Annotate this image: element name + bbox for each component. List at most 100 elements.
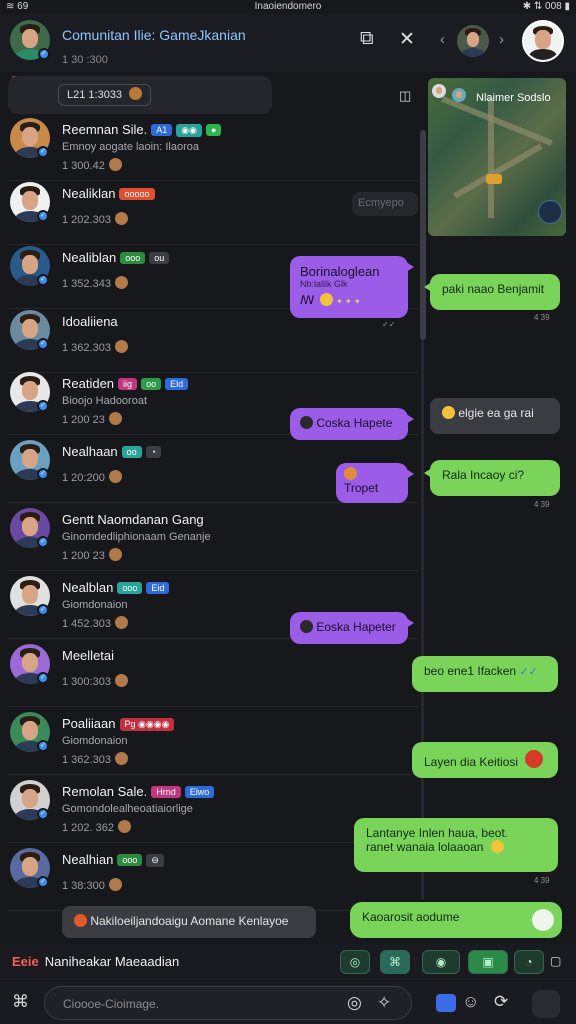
- send-button[interactable]: [532, 990, 560, 1018]
- split-view-icon[interactable]: ⧉: [360, 28, 374, 50]
- divider: [8, 180, 418, 181]
- list-item[interactable]: ✓ Poaliiaan Pg ◉◉◉◉ Giomdonaion 1 362.303: [0, 712, 420, 776]
- message-text: Coska Hapete: [316, 416, 393, 430]
- voice-button[interactable]: ◉: [422, 950, 460, 974]
- window-icon[interactable]: ▢: [550, 954, 561, 968]
- action-bar-title: Eeie Naniheakar Maeaadian: [12, 954, 180, 969]
- reaction-icon: [114, 752, 128, 765]
- message-preview: Gomondolealheoatiaiorlige: [62, 803, 193, 815]
- read-receipt-icon: 4 39: [534, 876, 550, 885]
- scrollbar-track: [421, 340, 424, 900]
- list-item[interactable]: ✓ Meelletai 1 300:303: [0, 644, 420, 708]
- reaction-icon[interactable]: [532, 909, 554, 931]
- list-item[interactable]: ✓ Gentt Naomdanan Gang Ginomdedliphionaam …: [0, 508, 420, 572]
- sticker-button[interactable]: ◎: [340, 950, 370, 974]
- contact-name: Gentt Naomdanan Gang: [62, 512, 204, 527]
- read-receipt-icon: 4 39: [534, 500, 550, 509]
- message-bubble[interactable]: Eoska Hapeter: [290, 612, 414, 644]
- verified-icon: ✓: [37, 672, 49, 684]
- emoji-button[interactable]: ◔: [514, 950, 544, 974]
- timestamp: 1 362.303: [62, 340, 128, 354]
- chat-bubble-button[interactable]: ▣: [468, 950, 508, 974]
- message-bubble[interactable]: Ecmyepo: [352, 192, 418, 216]
- profile-avatar[interactable]: [522, 20, 564, 62]
- message-bubble[interactable]: Coska Hapete: [290, 408, 414, 440]
- message-text: Borinaloglean: [300, 264, 380, 279]
- contact-name: Reatiden iig oo Eld: [62, 376, 189, 391]
- discord-icon[interactable]: [436, 994, 456, 1012]
- read-receipt-icon: ✓✓: [382, 320, 396, 329]
- badge: ⊖: [146, 854, 164, 867]
- status-bar: ≋ 69 Inaoiendomero ✱ ⇅ 008 ▮: [0, 0, 576, 14]
- close-icon[interactable]: ✕: [399, 28, 415, 51]
- contact-name: Nealiblan ooo ou: [62, 250, 170, 265]
- badge: ou: [149, 252, 170, 264]
- message-bubble[interactable]: beo ene1 Ifacken ✓✓: [412, 656, 558, 692]
- timestamp: 1 362.303: [62, 752, 128, 766]
- reaction-icon: [108, 158, 122, 171]
- message-bubble[interactable]: Tropet: [336, 463, 414, 503]
- minimap-button[interactable]: [538, 200, 562, 224]
- verified-icon: ✓: [38, 48, 50, 60]
- badge: Eid: [146, 582, 170, 594]
- verified-icon: ✓: [37, 808, 49, 820]
- message-bubble[interactable]: Nakiloeiljandoaigu Aomane Kenlayoe: [62, 906, 316, 938]
- scrollbar[interactable]: [420, 130, 426, 340]
- contact-name: Poaliiaan Pg ◉◉◉◉: [62, 716, 175, 731]
- status-center: Inaoiendomero: [254, 1, 322, 12]
- list-item[interactable]: ✓ Idoaliiena 1 362.303: [0, 310, 420, 374]
- list-item[interactable]: ✓ Reemnan Sile. A1 ◉◉ ● Emnoy aogate laoin: I…: [0, 118, 420, 182]
- verified-icon: ✓: [37, 876, 49, 888]
- badge: Pg ◉◉◉◉: [119, 718, 175, 731]
- badge: oo: [141, 378, 162, 390]
- message-text: Eoska Hapeter: [316, 620, 396, 634]
- message-text: beo ene1 Ifacken: [424, 664, 517, 678]
- reaction-icon: [114, 340, 128, 353]
- game-controller-button[interactable]: ⌘: [380, 950, 410, 974]
- message-preview: Giomdonaion: [62, 735, 128, 747]
- badge: A1: [151, 124, 173, 136]
- participant-avatar[interactable]: [457, 25, 489, 57]
- reaction-icon: [114, 616, 128, 629]
- contact-name: Nealiklan ooooo: [62, 186, 155, 201]
- reaction-icon: [108, 878, 122, 891]
- message-bubble[interactable]: Kaoarosit aodume: [350, 902, 562, 938]
- badge: ooo: [117, 854, 143, 866]
- chat-title[interactable]: Comunitan Ilie: GameJkanian: [62, 27, 246, 43]
- contact-name: Nealhian ooo ⊖: [62, 852, 164, 867]
- gif-icon[interactable]: ⟳: [494, 992, 508, 1012]
- verified-icon: ✓: [37, 740, 49, 752]
- verified-icon: ✓: [37, 274, 49, 286]
- message-preview: Ginomdedliphionaam Genanje: [62, 531, 211, 543]
- attachment-icon[interactable]: ⌘: [12, 992, 29, 1012]
- message-bubble[interactable]: Layen dia Keitiosi: [412, 742, 558, 778]
- divider: [8, 706, 418, 707]
- message-preview: Emnoy aogate laoin: Ilaoroa: [62, 141, 199, 153]
- message-input[interactable]: Cioooe-Cioimage. ◎ ✧: [44, 986, 412, 1020]
- timestamp: 1 202. 362: [62, 820, 131, 834]
- message-bubble[interactable]: Borinaloglean Nb:lalllk Glk ꟿ ✦ ✦ ✦: [290, 256, 414, 318]
- timestamp: 1 200 23: [62, 548, 122, 562]
- sticker-icon[interactable]: ✧: [377, 993, 391, 1013]
- badge: ooo: [117, 582, 143, 594]
- chevron-right-icon[interactable]: ›: [499, 31, 504, 48]
- streamer-avatar: [432, 84, 446, 98]
- camera-icon[interactable]: ◎: [347, 993, 362, 1013]
- verified-icon: ✓: [37, 604, 49, 616]
- action-bar: Eeie Naniheakar Maeaadian ◎ ⌘ ◉ ▣ ◔ ▢: [0, 944, 576, 980]
- message-bubble[interactable]: Lantanye Inlen haua, beot. ranet wanaia …: [354, 818, 558, 872]
- contact-name: Reemnan Sile. A1 ◉◉ ●: [62, 122, 222, 137]
- message-input-placeholder: Cioooe-Cioimage.: [63, 997, 160, 1011]
- timestamp: 1 20:200: [62, 470, 122, 484]
- message-bubble[interactable]: elgie ea ga rai: [430, 398, 560, 434]
- message-bubble[interactable]: paki naao Benjamit: [424, 274, 560, 310]
- game-video-preview[interactable]: Nlaimer Sodslo: [428, 78, 566, 236]
- chat-subtitle: 1 30 :300: [62, 54, 108, 66]
- timestamp: 1 352.343: [62, 276, 128, 290]
- badge: Hrnd: [151, 786, 181, 798]
- emoji-icon[interactable]: ☺: [462, 992, 479, 1012]
- composer: ⌘ Cioooe-Cioimage. ◎ ✧ ☺ ⟳: [0, 982, 576, 1024]
- message-bubble[interactable]: Rala Incaoy ci?: [424, 460, 560, 496]
- verified-icon: ✓: [37, 146, 49, 158]
- chevron-left-icon[interactable]: ‹: [440, 31, 445, 48]
